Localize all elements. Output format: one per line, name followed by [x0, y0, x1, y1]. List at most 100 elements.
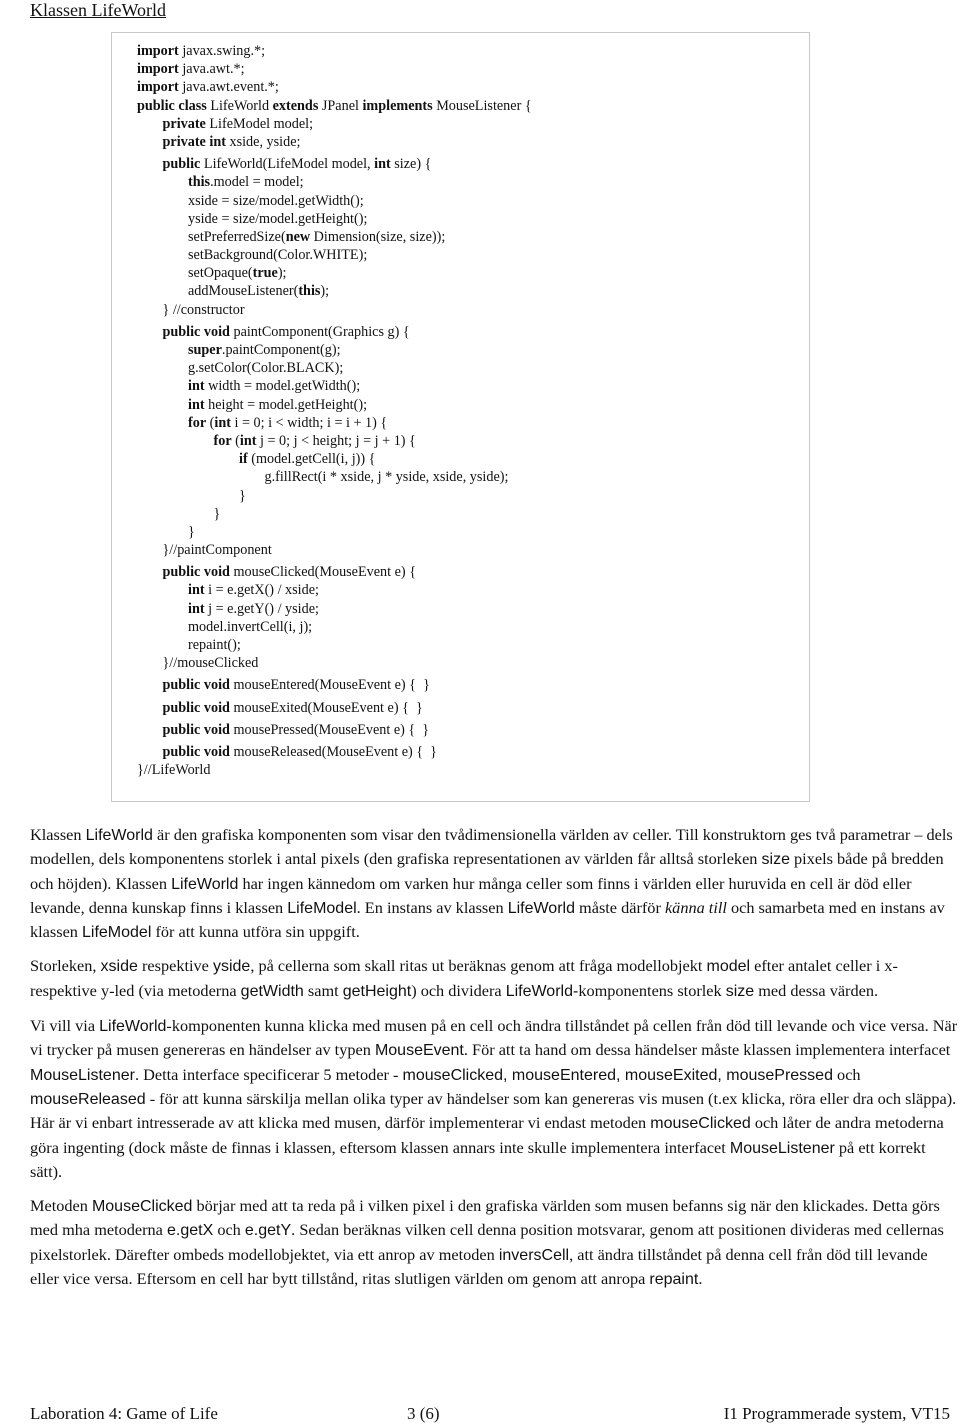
inline-code: e.getX	[166, 1222, 214, 1240]
code-block: public void mouseExited(MouseEvent e) { …	[137, 699, 809, 717]
inline-code: getWidth	[240, 982, 304, 1000]
code-line: public void mouseEntered(MouseEvent e) {…	[137, 676, 809, 694]
code-keyword: new	[285, 228, 311, 245]
inline-code: mouseReleased	[30, 1090, 146, 1108]
code-text: j = e.getY() / yside;	[204, 600, 319, 617]
inline-code: LifeWorld-	[505, 982, 579, 1000]
text: för att kunna utföra sin uppgift.	[151, 922, 360, 942]
inline-code: yside	[212, 958, 251, 976]
code-line: } //constructor	[137, 301, 809, 319]
code-text: setBackground(Color.WHITE);	[188, 247, 368, 264]
text: . En instans av klassen	[356, 897, 508, 917]
code-text: setPreferredSize(	[188, 228, 286, 245]
code-line: for (int i = 0; i < width; i = i + 1) {	[137, 414, 809, 432]
code-text: } //constructor	[162, 301, 245, 318]
code-text: mouseExited(MouseEvent e) { }	[229, 699, 423, 716]
code-line: setBackground(Color.WHITE);	[137, 246, 809, 264]
code-keyword: this	[188, 174, 211, 191]
code-keyword: private	[162, 115, 206, 132]
code-line: }//paintComponent	[137, 541, 809, 559]
code-text: mouseEntered(MouseEvent e) { }	[229, 677, 430, 694]
code-line: int j = e.getY() / yside;	[137, 600, 809, 618]
inline-code: LifeWorld	[171, 875, 239, 893]
code-text: .paintComponent(g);	[221, 342, 341, 358]
code-text: );	[320, 283, 330, 300]
code-keyword: int	[188, 582, 205, 599]
text: .	[698, 1269, 703, 1289]
code-text: j = 0; j < height; j = j + 1) {	[256, 432, 416, 449]
code-line: }//mouseClicked	[137, 654, 809, 672]
code-keyword: int	[239, 432, 257, 449]
code-keyword: extends	[272, 97, 319, 114]
code-text: mousePressed(MouseEvent e) { }	[229, 721, 430, 738]
code-text: i = e.getX() / xside;	[204, 582, 319, 599]
inline-code: model	[706, 958, 751, 976]
code-text: LifeWorld(LifeModel model,	[200, 156, 375, 173]
code-text: LifeWorld	[206, 97, 273, 114]
code-line: repaint();	[137, 636, 809, 654]
code-line: public void mouseReleased(MouseEvent e) …	[137, 743, 809, 761]
code-keyword: for	[213, 432, 232, 449]
code-text: MouseListener {	[432, 97, 532, 114]
code-block: public void mouseEntered(MouseEvent e) {…	[137, 676, 809, 694]
inline-code: mouseClicked	[650, 1115, 751, 1133]
text: måste därför	[574, 897, 665, 917]
code-keyword: import	[137, 79, 179, 96]
inline-code: inversCell	[498, 1246, 570, 1264]
code-block: public LifeWorld(LifeModel model, int si…	[137, 155, 809, 319]
code-keyword: for	[188, 414, 207, 431]
text: samt	[303, 980, 343, 1000]
code-line: public void mousePressed(MouseEvent e) {…	[137, 721, 809, 739]
code-line: model.invertCell(i, j);	[137, 618, 809, 636]
code-text: width = model.getWidth();	[204, 378, 361, 395]
code-text: paintComponent(Graphics g) {	[229, 323, 410, 340]
text: respektive	[137, 956, 213, 976]
inline-code: LifeWorld	[85, 827, 153, 844]
code-line: private LifeModel model;	[137, 115, 809, 133]
code-keyword: public void	[162, 721, 230, 738]
code-line: public void paintComponent(Graphics g) {	[137, 323, 809, 341]
code-keyword: if	[239, 451, 248, 468]
code-text: g.setColor(Color.BLACK);	[188, 360, 344, 377]
text: , på cellerna som skall ritas ut beräkna…	[250, 956, 707, 976]
code-line: public void mouseClicked(MouseEvent e) {	[137, 563, 809, 581]
code-line: addMouseListener(this);	[137, 282, 809, 300]
text: Vi vill via	[30, 1016, 100, 1036]
code-text: }	[188, 523, 195, 540]
inline-code: size	[761, 851, 790, 869]
code-line: import java.awt.*;	[137, 60, 809, 78]
code-text: mouseReleased(MouseEvent e) { }	[229, 743, 437, 760]
code-text: java.awt.event.*;	[178, 79, 279, 96]
code-keyword: public void	[162, 323, 230, 340]
code-keyword: public void	[162, 677, 230, 694]
code-text: addMouseListener(	[188, 283, 299, 300]
text: ) och dividera	[411, 980, 506, 1000]
code-keyword: int	[188, 600, 205, 617]
code-keyword: int	[188, 378, 205, 395]
code-keyword: int	[188, 396, 205, 413]
paragraph: Vi vill via LifeWorld-komponenten kunna …	[30, 1014, 960, 1183]
code-text: size) {	[390, 156, 432, 173]
section-title: Klassen LifeWorld	[30, 0, 167, 20]
code-line: public LifeWorld(LifeModel model, int si…	[137, 155, 809, 173]
code-line: }	[137, 487, 809, 505]
code-text: Dimension(size, size));	[310, 228, 446, 245]
code-line: }//LifeWorld	[137, 761, 809, 779]
code-line: g.setColor(Color.BLACK);	[137, 359, 809, 377]
code-text: (model.getCell(i, j)) {	[247, 451, 376, 468]
footer-course-code: I1 Programmerade system, VT15	[723, 1404, 950, 1423]
code-keyword: int	[374, 156, 391, 173]
inline-code: LifeWorld	[99, 1018, 167, 1036]
code-line: import javax.swing.*;	[137, 42, 809, 60]
code-text: i = 0; i < width; i = i + 1) {	[230, 414, 388, 431]
code-text: repaint();	[188, 637, 241, 653]
inline-code: MouseClicked	[91, 1198, 193, 1216]
text: komponentens storlek	[578, 980, 726, 1000]
code-keyword: private int	[162, 133, 226, 150]
code-line: int height = model.getHeight();	[137, 396, 809, 414]
code-keyword: import	[137, 61, 179, 78]
code-keyword: this	[298, 283, 321, 300]
code-block: public void mouseReleased(MouseEvent e) …	[137, 743, 809, 779]
inline-code: MouseListener	[30, 1066, 135, 1084]
code-line: yside = size/model.getHeight();	[137, 210, 809, 228]
